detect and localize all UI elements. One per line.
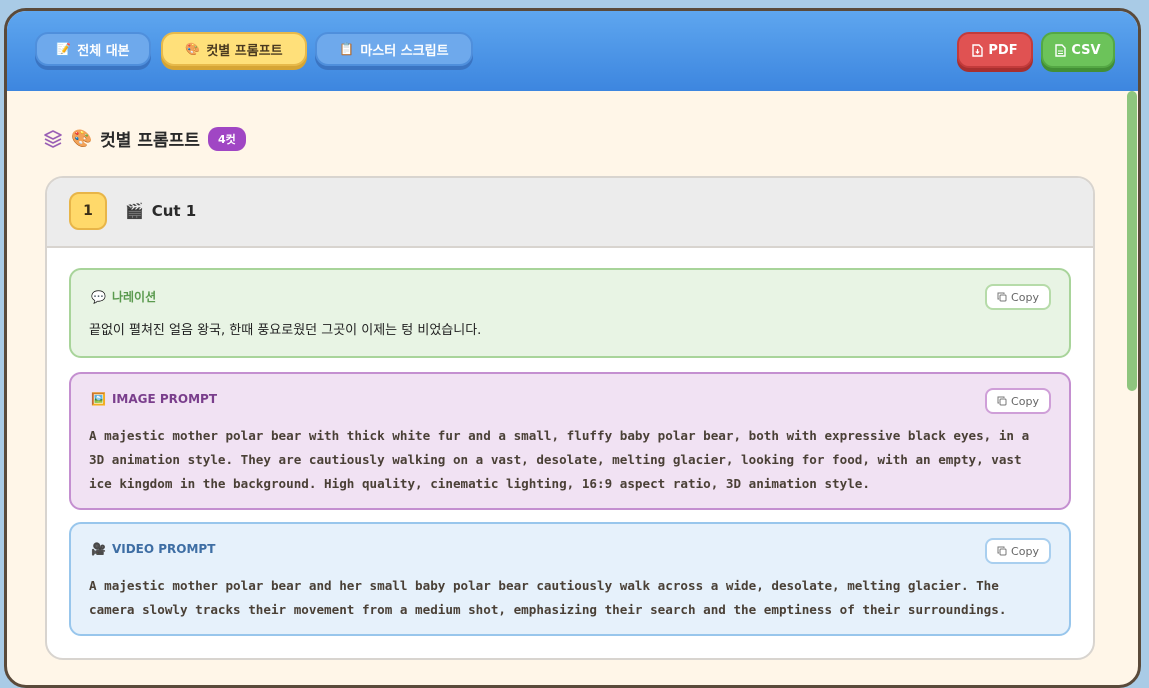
image-icon: 🖼️ <box>91 392 106 406</box>
image-prompt-label-text: IMAGE PROMPT <box>111 392 218 406</box>
video-camera-icon: 🎥 <box>91 542 106 556</box>
cut-number-badge: 1 <box>69 192 107 230</box>
tab-master-script[interactable]: 📋 마스터 스크립트 <box>315 32 473 66</box>
narration-label: 💬 나레이션 <box>91 288 156 305</box>
speech-bubble-icon: 💬 <box>91 289 106 304</box>
image-prompt-box: 🖼️ IMAGE PROMPT Copy A majestic mother p… <box>69 372 1071 510</box>
layers-icon <box>44 129 62 148</box>
image-prompt-text: A majestic mother polar bear with thick … <box>89 428 1030 491</box>
cut-count-badge: 4컷 <box>207 126 246 151</box>
copy-image-prompt-button[interactable]: Copy <box>985 388 1051 414</box>
copy-label: Copy <box>1011 544 1039 558</box>
file-spreadsheet-icon <box>1055 43 1067 57</box>
download-csv-button[interactable]: CSV <box>1041 32 1115 68</box>
memo-icon: 📝 <box>56 42 72 56</box>
tab-cut-prompts[interactable]: 🎨 컷별 프롬프트 <box>161 32 307 66</box>
copy-icon <box>997 396 1007 406</box>
palette-icon: 🎨 <box>185 42 201 56</box>
tab-label: 컷별 프롬프트 <box>206 43 283 59</box>
video-prompt-text: A majestic mother polar bear and her sma… <box>89 578 1007 617</box>
cut-title-text: Cut 1 <box>151 202 197 220</box>
section-header: 🎨 컷별 프롬프트 4컷 <box>43 126 246 151</box>
copy-icon <box>997 292 1007 302</box>
tab-label: 마스터 스크립트 <box>360 43 449 59</box>
pdf-label: PDF <box>988 42 1018 58</box>
cut-card: 1 🎬 Cut 1 💬 나레이션 Copy 끝없이 펼쳐진 얼음 왕국, 한때 … <box>45 176 1095 660</box>
narration-text: 끝없이 펼쳐진 얼음 왕국, 한때 풍요로웠던 그곳이 이제는 텅 비었습니다. <box>89 323 482 338</box>
narration-label-text: 나레이션 <box>111 290 157 304</box>
download-pdf-button[interactable]: PDF <box>957 32 1033 68</box>
csv-label: CSV <box>1071 42 1101 58</box>
app-window: 📝 전체 대본 🎨 컷별 프롬프트 📋 마스터 스크립트 PDF CSV 🎨 컷… <box>4 8 1141 688</box>
clapperboard-icon: 🎬 <box>125 202 144 220</box>
top-toolbar: 📝 전체 대본 🎨 컷별 프롬프트 📋 마스터 스크립트 PDF CSV <box>7 11 1138 91</box>
clipboard-icon: 📋 <box>339 42 355 56</box>
file-download-icon <box>972 43 984 57</box>
video-prompt-label: 🎥 VIDEO PROMPT <box>91 542 215 556</box>
copy-label: Copy <box>1011 394 1039 408</box>
scrollbar[interactable] <box>1127 91 1137 391</box>
tab-full-script[interactable]: 📝 전체 대본 <box>35 32 151 66</box>
cut-title: 🎬 Cut 1 <box>125 202 196 220</box>
page-title: 컷별 프롬프트 <box>100 131 200 151</box>
video-prompt-label-text: VIDEO PROMPT <box>111 542 216 556</box>
cut-header[interactable]: 1 🎬 Cut 1 <box>47 178 1093 248</box>
copy-icon <box>997 546 1007 556</box>
video-prompt-box: 🎥 VIDEO PROMPT Copy A majestic mother po… <box>69 522 1071 636</box>
palette-icon: 🎨 <box>71 128 93 149</box>
copy-video-prompt-button[interactable]: Copy <box>985 538 1051 564</box>
narration-box: 💬 나레이션 Copy 끝없이 펼쳐진 얼음 왕국, 한때 풍요로웠던 그곳이 … <box>69 268 1071 358</box>
image-prompt-label: 🖼️ IMAGE PROMPT <box>91 392 217 406</box>
copy-narration-button[interactable]: Copy <box>985 284 1051 310</box>
tab-label: 전체 대본 <box>77 43 130 59</box>
copy-label: Copy <box>1011 290 1039 304</box>
